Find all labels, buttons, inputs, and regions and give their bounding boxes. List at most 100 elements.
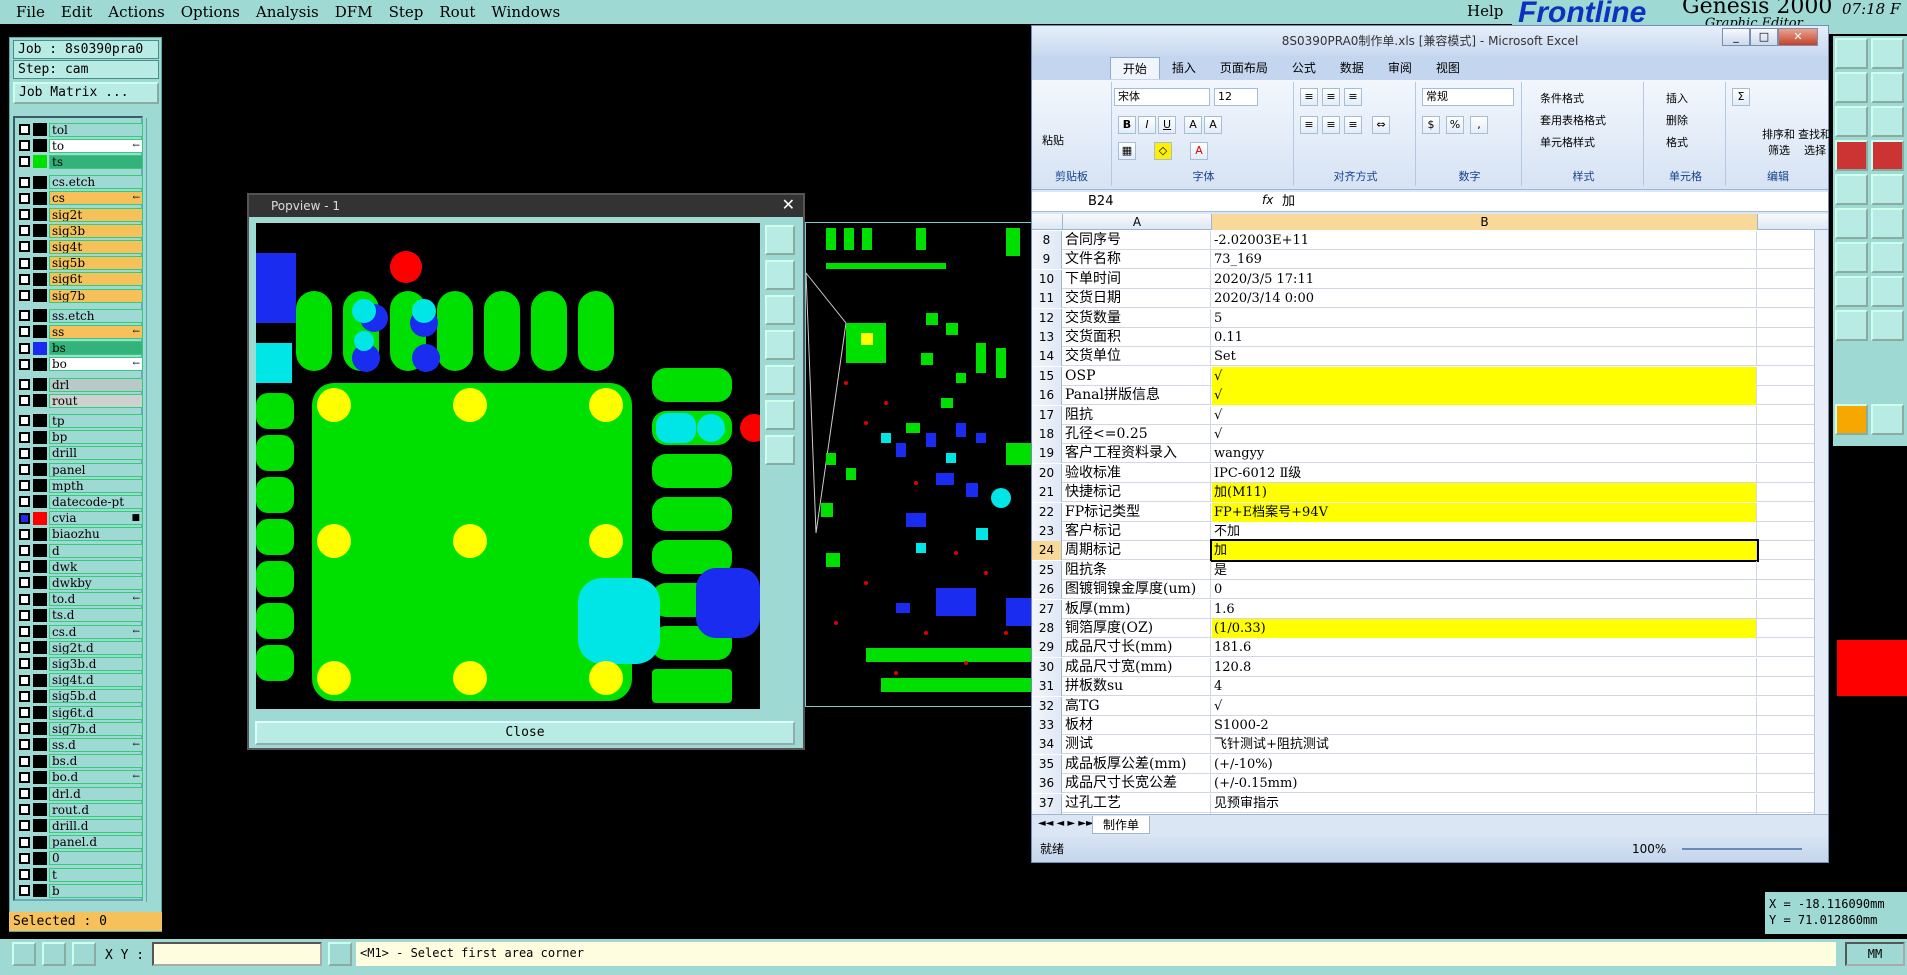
cell-b[interactable]: 5: [1212, 308, 1757, 328]
layer-name[interactable]: sig4t: [49, 239, 143, 254]
close-icon[interactable]: ✕: [782, 195, 795, 214]
row-number[interactable]: 9: [1032, 250, 1062, 270]
layer-name[interactable]: ss ←: [49, 324, 143, 339]
zoom-out-icon[interactable]: [765, 260, 795, 290]
layer-checkbox[interactable]: [19, 771, 30, 783]
layer-name[interactable]: sig2t.d: [49, 640, 143, 655]
cell-b[interactable]: (+/-10%): [1212, 754, 1757, 774]
layer-name[interactable]: sig3b: [49, 223, 143, 238]
layer-checkbox[interactable]: [19, 415, 30, 427]
layer-row[interactable]: b: [19, 883, 143, 898]
layer-row[interactable]: ts.d: [19, 608, 143, 623]
menu-file[interactable]: File: [16, 3, 45, 21]
number-format-select[interactable]: 常规: [1422, 88, 1514, 106]
underline-icon[interactable]: U: [1158, 116, 1176, 134]
menu-edit[interactable]: Edit: [61, 3, 92, 21]
layer-checkbox[interactable]: [19, 674, 30, 686]
tool-icon[interactable]: [1835, 38, 1868, 69]
layer-row[interactable]: bs: [19, 341, 143, 356]
cell-a[interactable]: 周期标记: [1063, 541, 1211, 561]
layer-checkbox[interactable]: [19, 528, 30, 540]
layer-name[interactable]: tp: [49, 413, 143, 428]
layer-checkbox[interactable]: [19, 512, 30, 524]
layer-name[interactable]: panel: [49, 462, 143, 477]
layer-name[interactable]: cs.etch: [49, 175, 143, 190]
currency-icon[interactable]: $: [1422, 116, 1440, 134]
row-number[interactable]: 8: [1032, 231, 1062, 250]
layer-name[interactable]: t: [49, 867, 143, 882]
layer-row[interactable]: sig6t.d: [19, 705, 143, 720]
menu-help[interactable]: Help: [1467, 2, 1503, 20]
layer-row[interactable]: drl.d: [19, 786, 143, 801]
row-number[interactable]: 14: [1032, 347, 1062, 367]
cell-b[interactable]: S1000-2: [1212, 716, 1757, 735]
tool-icon[interactable]: [1871, 276, 1904, 307]
layer-checkbox[interactable]: [19, 755, 30, 767]
layer-row[interactable]: sig4t: [19, 239, 143, 254]
cell-a[interactable]: 测试: [1063, 735, 1211, 755]
layer-swatch[interactable]: [33, 256, 47, 270]
layer-checkbox[interactable]: [19, 395, 30, 407]
layer-name[interactable]: bo ←: [49, 357, 143, 372]
layer-swatch[interactable]: [33, 592, 47, 606]
layer-swatch[interactable]: [33, 191, 47, 205]
layer-name[interactable]: cs ←: [49, 191, 143, 206]
layer-checkbox[interactable]: [19, 885, 30, 897]
row-number[interactable]: 23: [1032, 522, 1062, 541]
layer-swatch[interactable]: [33, 224, 47, 238]
layer-swatch[interactable]: [33, 544, 47, 557]
percent-icon[interactable]: %: [1446, 116, 1464, 134]
layer-swatch[interactable]: [33, 787, 47, 800]
tool-icon[interactable]: [1871, 310, 1904, 341]
font-size-select[interactable]: 12: [1214, 88, 1258, 106]
menu-options[interactable]: Options: [181, 3, 240, 21]
row-number[interactable]: 18: [1032, 425, 1062, 444]
layer-swatch[interactable]: [33, 309, 47, 323]
layer-name[interactable]: dwkby: [49, 575, 143, 590]
menu-windows[interactable]: Windows: [491, 3, 560, 21]
layer-swatch[interactable]: [33, 378, 47, 391]
layer-name[interactable]: 0: [49, 851, 143, 866]
cell-a[interactable]: 交货数量: [1063, 308, 1211, 328]
insert-cells-button[interactable]: 插入: [1666, 90, 1688, 106]
comma-icon[interactable]: ,: [1470, 116, 1488, 134]
cell-b[interactable]: 2020/3/5 17:11: [1212, 269, 1757, 289]
layer-swatch[interactable]: [33, 689, 47, 703]
layer-checkbox[interactable]: [19, 820, 30, 832]
row-number[interactable]: 22: [1032, 502, 1062, 522]
board-view[interactable]: [805, 222, 1036, 707]
layer-name[interactable]: d: [49, 543, 143, 558]
zoom-in-icon[interactable]: [765, 225, 795, 255]
layer-swatch[interactable]: [33, 884, 47, 898]
layer-checkbox[interactable]: [19, 577, 30, 589]
layer-row[interactable]: bp: [19, 430, 143, 445]
layer-checkbox[interactable]: [19, 723, 30, 735]
layer-name[interactable]: sig5b: [49, 256, 143, 271]
layer-row[interactable]: tol: [19, 122, 143, 137]
tool-icon[interactable]: [1835, 106, 1868, 137]
row-number[interactable]: 26: [1032, 580, 1062, 600]
layer-row[interactable]: sig7b: [19, 288, 143, 303]
layer-row[interactable]: bs.d: [19, 754, 143, 769]
tool-icon[interactable]: [1871, 174, 1904, 205]
row-number[interactable]: 24: [1032, 541, 1062, 561]
layer-swatch[interactable]: [33, 463, 47, 476]
layer-checkbox[interactable]: [19, 788, 30, 799]
cell-a[interactable]: Panal拼版信息: [1063, 386, 1211, 406]
layer-name[interactable]: ts.d: [49, 608, 143, 623]
layer-row[interactable]: dwkby: [19, 575, 143, 590]
layer-swatch[interactable]: [33, 560, 47, 574]
layer-name[interactable]: ts: [49, 154, 143, 169]
select-all-corner[interactable]: [1032, 214, 1063, 230]
font-color-icon[interactable]: A: [1190, 142, 1208, 160]
cell-a[interactable]: 铜箔厚度(OZ): [1063, 619, 1211, 638]
layer-checkbox[interactable]: [19, 431, 30, 443]
row-number[interactable]: 12: [1032, 308, 1062, 328]
tool-icon[interactable]: [1871, 404, 1904, 435]
layer-checkbox[interactable]: [19, 310, 30, 322]
move-icon[interactable]: [765, 435, 795, 465]
cell-a[interactable]: 下单时间: [1063, 269, 1211, 289]
layer-name[interactable]: tol: [49, 122, 143, 137]
layer-row[interactable]: bo ←: [19, 357, 143, 372]
tool-icon[interactable]: [1871, 140, 1904, 171]
